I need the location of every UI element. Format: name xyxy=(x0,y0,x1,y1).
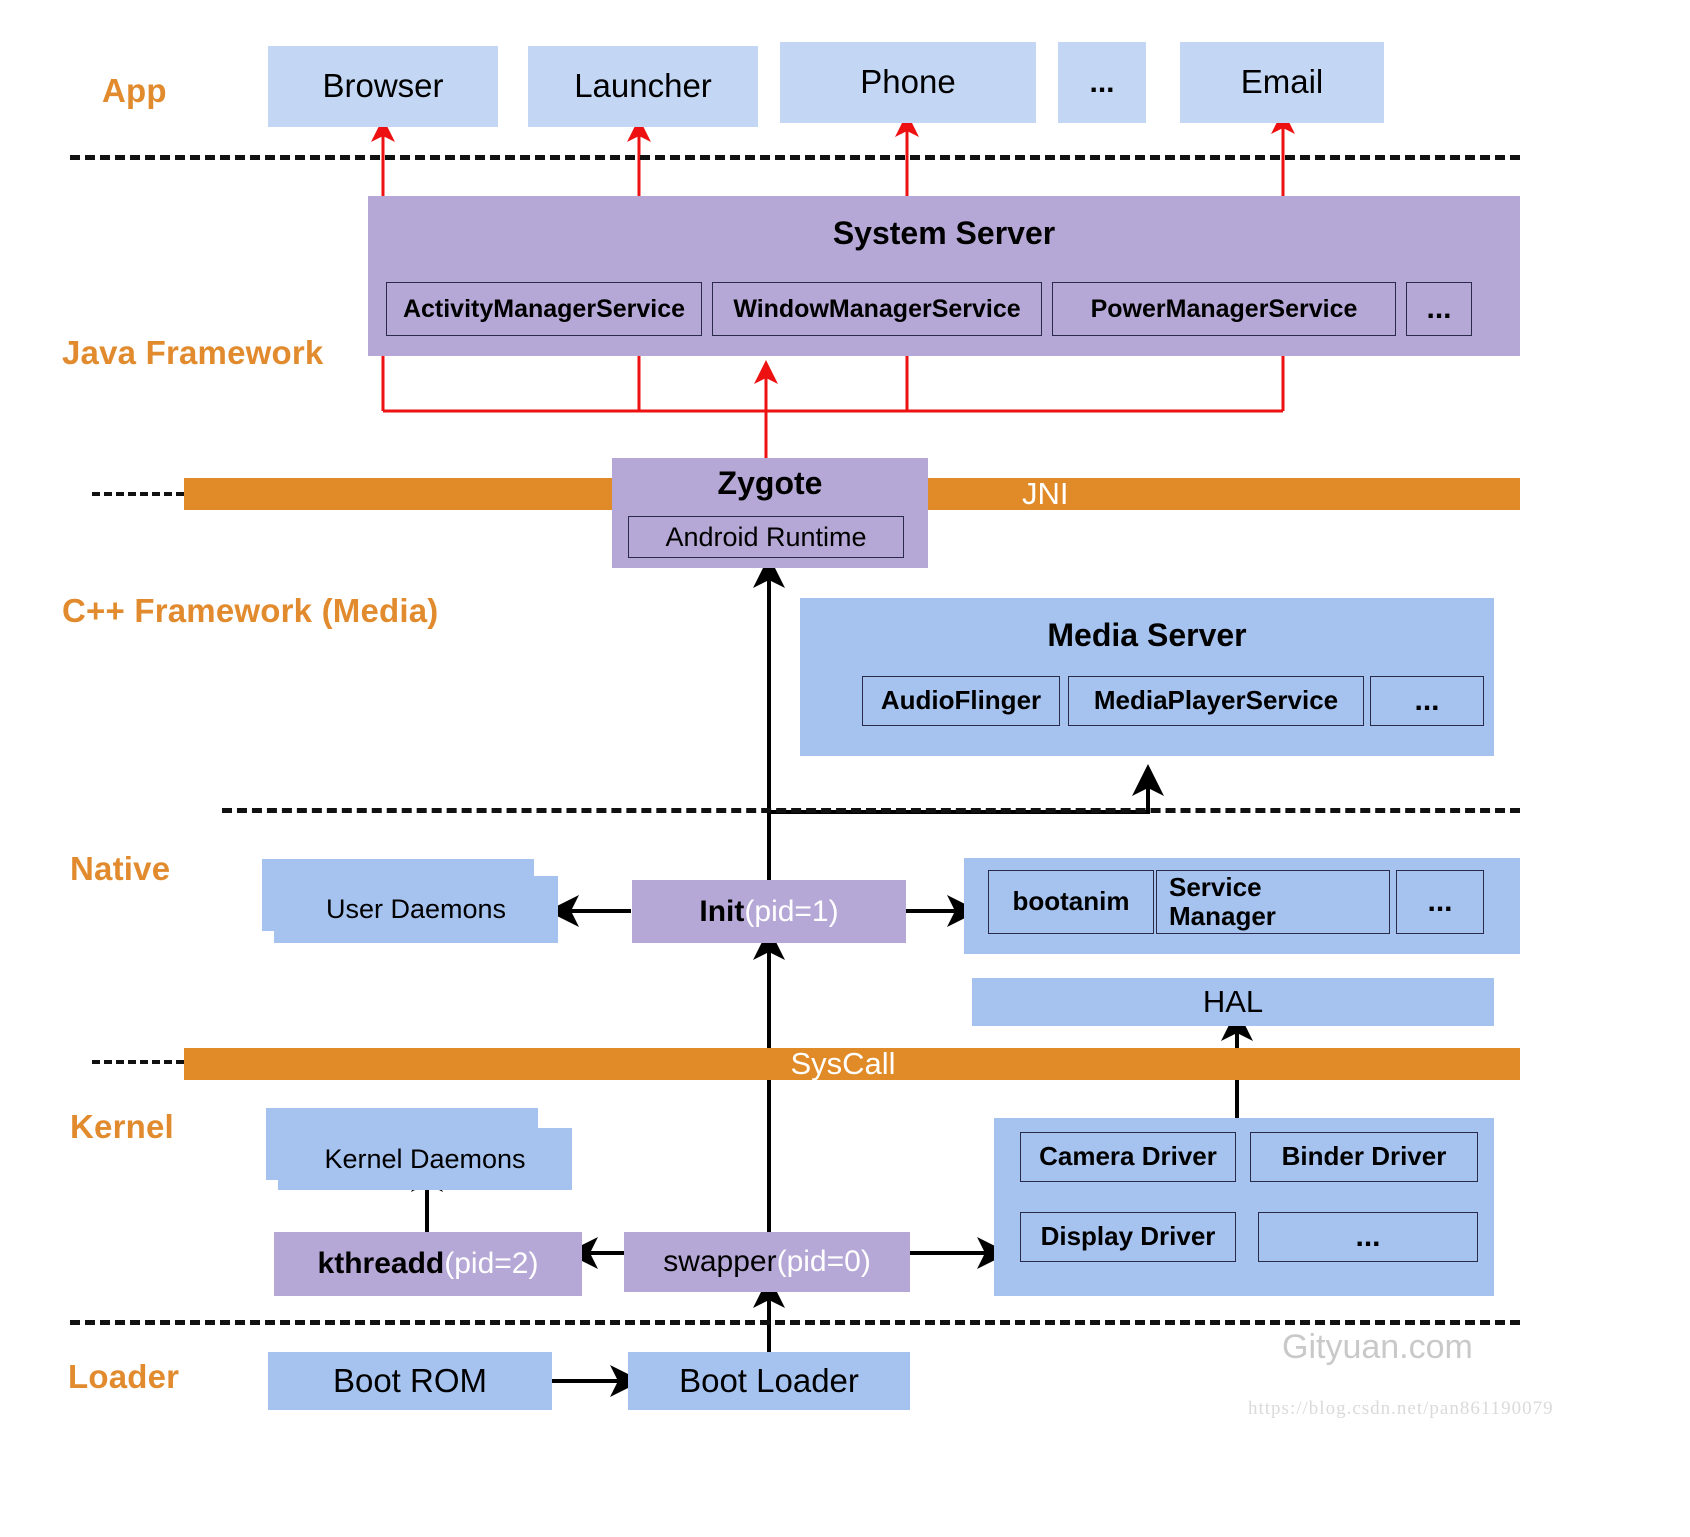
hal-box[interactable]: HAL xyxy=(972,978,1494,1026)
boot-rom-box[interactable]: Boot ROM xyxy=(268,1352,552,1410)
layer-label-kernel: Kernel xyxy=(70,1108,174,1145)
kthreadd-pid: (pid=2) xyxy=(444,1247,539,1281)
layer-label-native: Native xyxy=(70,850,171,887)
app-box-email[interactable]: Email xyxy=(1180,42,1384,123)
android-runtime-label: Android Runtime xyxy=(665,521,867,552)
system-server-title: System Server xyxy=(832,215,1056,252)
divider-jni-left-dash xyxy=(92,492,184,496)
layer-label-loader: Loader xyxy=(68,1358,180,1395)
boot-loader-label: Boot Loader xyxy=(679,1361,859,1399)
service-label: WindowManagerService xyxy=(733,295,1021,323)
app-box-browser[interactable]: Browser xyxy=(268,46,498,127)
watermark-url: https://blog.csdn.net/pan861190079 xyxy=(1248,1398,1554,1419)
app-label: Phone xyxy=(860,63,956,101)
service-activity-manager[interactable]: ActivityManagerService xyxy=(386,282,702,336)
diagram-canvas: App Java Framework C++ Framework (Media)… xyxy=(0,0,1690,1537)
kthreadd-process-box[interactable]: kthreadd(pid=2) xyxy=(274,1232,582,1296)
divider-app-java xyxy=(70,155,1520,160)
layer-label-app: App xyxy=(102,72,167,109)
driver-label: Binder Driver xyxy=(1281,1141,1447,1172)
app-label: Email xyxy=(1240,63,1324,101)
user-daemons-label: User Daemons xyxy=(325,894,507,925)
app-box-launcher[interactable]: Launcher xyxy=(528,46,758,127)
layer-label-cpp-framework: C++ Framework (Media) xyxy=(62,592,439,629)
watermark-site: Gityuan.com xyxy=(1282,1328,1473,1366)
media-server-title: Media Server xyxy=(1047,617,1247,654)
zygote-title: Zygote xyxy=(717,465,823,502)
native-service-label: bootanim xyxy=(1012,886,1130,917)
service-power-manager[interactable]: PowerManagerService xyxy=(1052,282,1396,336)
boot-rom-label: Boot ROM xyxy=(332,1361,488,1399)
driver-camera[interactable]: Camera Driver xyxy=(1020,1132,1236,1182)
layer-label-java-framework: Java Framework xyxy=(62,334,324,371)
divider-syscall-left-dash xyxy=(92,1060,184,1064)
native-service-more[interactable]: ... xyxy=(1396,870,1484,934)
driver-display[interactable]: Display Driver xyxy=(1020,1212,1236,1262)
driver-label: ... xyxy=(1355,1220,1381,1254)
divider-kernel-loader xyxy=(70,1320,1520,1325)
media-service-mediaplayerservice[interactable]: MediaPlayerService xyxy=(1068,676,1364,726)
kthreadd-name: kthreadd xyxy=(317,1247,445,1281)
init-pid: (pid=1) xyxy=(744,894,839,928)
boot-loader-box[interactable]: Boot Loader xyxy=(628,1352,910,1410)
swapper-name: swapper xyxy=(663,1245,777,1279)
driver-label: Camera Driver xyxy=(1039,1141,1217,1172)
kernel-daemons-box[interactable]: Kernel Daemons xyxy=(278,1128,572,1190)
init-process-box[interactable]: Init(pid=1) xyxy=(632,880,906,943)
service-window-manager[interactable]: WindowManagerService xyxy=(712,282,1042,336)
media-service-label: ... xyxy=(1414,684,1440,718)
android-runtime-box[interactable]: Android Runtime xyxy=(628,516,904,558)
media-service-label: AudioFlinger xyxy=(880,685,1042,716)
native-service-service-manager[interactable]: Service Manager xyxy=(1156,870,1390,934)
app-box-phone[interactable]: Phone xyxy=(780,42,1036,123)
hal-label: HAL xyxy=(1202,983,1264,1019)
driver-binder[interactable]: Binder Driver xyxy=(1250,1132,1478,1182)
service-label: ActivityManagerService xyxy=(402,295,686,323)
app-label: Browser xyxy=(322,67,444,105)
native-service-bootanim[interactable]: bootanim xyxy=(988,870,1154,934)
media-service-more[interactable]: ... xyxy=(1370,676,1484,726)
app-label: Launcher xyxy=(574,67,712,105)
divider-cpp-native xyxy=(222,808,1520,813)
user-daemons-box[interactable]: User Daemons xyxy=(274,876,558,943)
app-box-more[interactable]: ... xyxy=(1058,42,1146,123)
swapper-pid: (pid=0) xyxy=(776,1245,871,1279)
driver-more[interactable]: ... xyxy=(1258,1212,1478,1262)
kernel-daemons-label: Kernel Daemons xyxy=(324,1143,526,1174)
init-name: Init xyxy=(699,894,745,928)
native-service-label: ... xyxy=(1427,885,1453,919)
driver-label: Display Driver xyxy=(1040,1221,1216,1252)
native-service-label: Service Manager xyxy=(1169,871,1276,931)
media-service-audioflinger[interactable]: AudioFlinger xyxy=(862,676,1060,726)
app-label: ... xyxy=(1089,65,1115,99)
service-label: PowerManagerService xyxy=(1090,295,1358,323)
syscall-label: SysCall xyxy=(790,1046,896,1081)
service-label: ... xyxy=(1426,292,1452,326)
swapper-process-box[interactable]: swapper(pid=0) xyxy=(624,1232,910,1292)
service-more[interactable]: ... xyxy=(1406,282,1472,336)
media-service-label: MediaPlayerService xyxy=(1093,685,1339,716)
jni-label: JNI xyxy=(1022,476,1069,511)
syscall-bar: SysCall xyxy=(184,1046,1520,1081)
